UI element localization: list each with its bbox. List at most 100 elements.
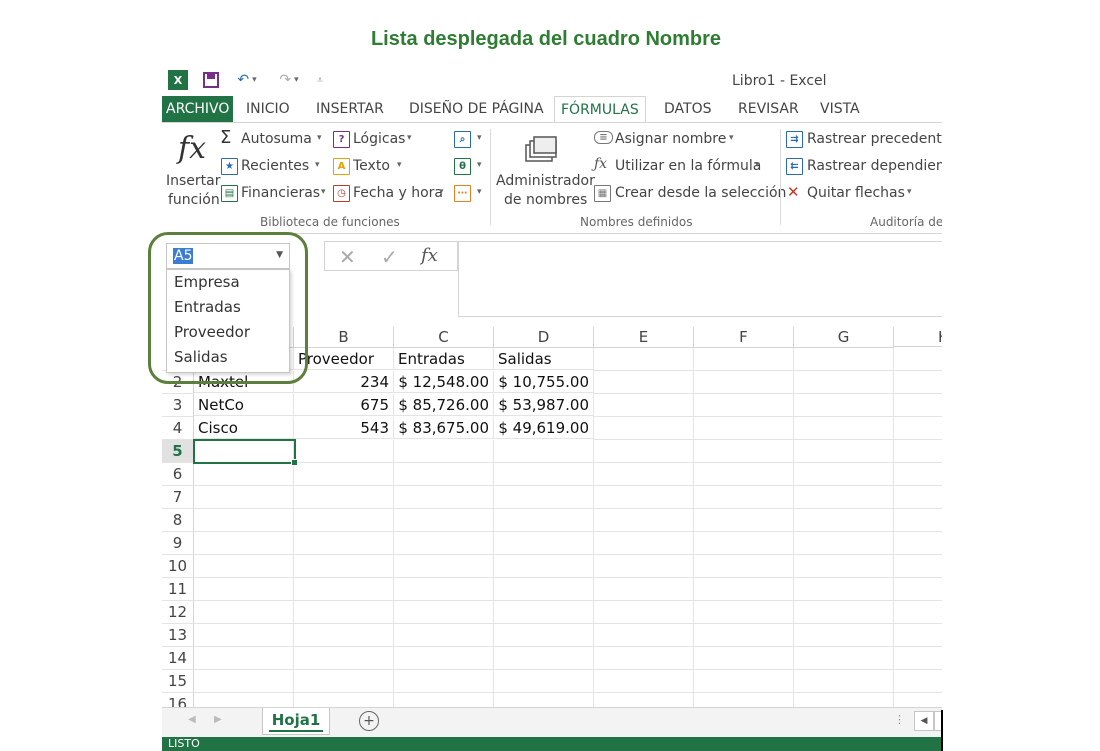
cell-c4[interactable]: $ 83,675.00 xyxy=(394,417,494,439)
name-box[interactable]: A5 ▼ xyxy=(166,243,290,269)
column-header-f[interactable]: F xyxy=(694,327,794,348)
sheet-tabs-bar: ◀ ▶ Hoja1 + ⋮ ◀ xyxy=(162,707,942,738)
name-list-item[interactable]: Salidas xyxy=(167,345,289,370)
window-title: Libro1 - Excel xyxy=(732,73,827,89)
cell-b1[interactable]: Proveedor xyxy=(294,348,394,370)
row-header[interactable]: 7 xyxy=(162,486,194,509)
tab-diseno-pagina[interactable]: DISEÑO DE PÁGINA xyxy=(403,96,550,122)
chevron-down-icon[interactable]: ▼ xyxy=(276,250,283,260)
active-cell-a5[interactable] xyxy=(193,439,298,466)
group-label-biblioteca: Biblioteca de funciones xyxy=(260,215,400,229)
row-header[interactable]: 13 xyxy=(162,624,194,647)
scroll-left-icon[interactable]: ◀ xyxy=(188,714,196,725)
add-sheet-icon[interactable]: + xyxy=(359,711,379,731)
enter-icon[interactable]: ✓ xyxy=(381,245,398,269)
row-header[interactable]: 6 xyxy=(162,463,194,486)
name-manager-button[interactable]: Administrador de nombres xyxy=(496,131,595,211)
scroll-right-icon[interactable]: ▶ xyxy=(214,714,222,725)
undo-icon[interactable]: ↶ ▾ xyxy=(232,70,262,90)
cell-d4[interactable]: $ 49,619.00 xyxy=(494,417,594,439)
edge-line xyxy=(941,710,943,751)
financieras-button[interactable]: ▤ Financieras ▾ xyxy=(220,183,328,205)
row-header[interactable]: 2 xyxy=(162,371,194,394)
cell-d2[interactable]: $ 10,755.00 xyxy=(494,371,594,393)
column-header-d[interactable]: D xyxy=(494,327,594,348)
fecha-hora-button[interactable]: ◷ Fecha y hora ▾ xyxy=(332,183,447,205)
logicas-button[interactable]: ? Lógicas ▾ xyxy=(332,129,442,151)
row-header[interactable]: 11 xyxy=(162,578,194,601)
row-header[interactable]: 15 xyxy=(162,670,194,693)
quick-access-toolbar: X ↶ ▾ ↷ ▾ ⩡ Libro1 - Excel xyxy=(162,64,942,96)
utilizar-formula-button[interactable]: ƒx Utilizar en la fórmula ▾ xyxy=(594,156,769,178)
formula-bar-buttons: ✕ ✓ fx xyxy=(324,241,458,271)
tab-formulas[interactable]: FÓRMULAS xyxy=(554,96,646,124)
cancel-icon[interactable]: ✕ xyxy=(339,245,356,269)
cell-c1[interactable]: Entradas xyxy=(394,348,494,370)
sheet-tab-hoja1[interactable]: Hoja1 xyxy=(262,708,330,735)
row-header[interactable]: 5 xyxy=(162,440,194,463)
row-header[interactable]: 14 xyxy=(162,647,194,670)
rastrear-precedentes-label: Rastrear precedentes xyxy=(807,131,942,147)
recientes-button[interactable]: ★ Recientes ▾ xyxy=(220,156,328,178)
tab-datos[interactable]: DATOS xyxy=(658,96,717,122)
rastrear-dependientes-label: Rastrear dependientes xyxy=(807,158,942,174)
cell-c3[interactable]: $ 85,726.00 xyxy=(394,394,494,416)
row-header[interactable]: 9 xyxy=(162,532,194,555)
column-header-e[interactable]: E xyxy=(594,327,694,348)
column-header-h[interactable]: H xyxy=(894,327,942,347)
tab-revisar[interactable]: REVISAR xyxy=(732,96,805,122)
autosuma-button[interactable]: Σ Autosuma ▾ xyxy=(220,127,328,151)
cell-b3[interactable]: 675 xyxy=(294,394,394,416)
name-box-dropdown: Empresa Entradas Proveedor Salidas xyxy=(166,269,290,373)
cell-a4[interactable]: Cisco xyxy=(194,417,294,439)
worksheet-grid[interactable]: B C D E F G H Proveedor Entradas Salidas… xyxy=(162,327,942,716)
redo-icon[interactable]: ↷ ▾ xyxy=(274,70,304,90)
name-list-item[interactable]: Proveedor xyxy=(167,320,289,345)
excel-logo-icon: X xyxy=(168,70,188,90)
name-list-item[interactable]: Empresa xyxy=(167,270,289,295)
more-options-icon[interactable]: ⋮ xyxy=(894,713,905,726)
cell-a2[interactable]: Maxtel xyxy=(194,371,294,393)
row-header[interactable]: 12 xyxy=(162,601,194,624)
formula-input[interactable] xyxy=(458,241,942,317)
name-list-item[interactable]: Entradas xyxy=(167,295,289,320)
hscroll-left-icon[interactable]: ◀ xyxy=(914,711,934,731)
name-manager-label-2: de nombres xyxy=(504,192,588,208)
cell-c2[interactable]: $ 12,548.00 xyxy=(394,371,494,393)
insert-function-label-2: función xyxy=(168,192,220,208)
name-manager-icon xyxy=(525,136,557,162)
cell-d1[interactable]: Salidas xyxy=(494,348,594,370)
customize-qat-icon[interactable]: ⩡ xyxy=(314,70,326,90)
crear-seleccion-button[interactable]: ▦ Crear desde la selección xyxy=(594,183,786,205)
cell-a3[interactable]: NetCo xyxy=(194,394,294,416)
column-header-c[interactable]: C xyxy=(394,327,494,348)
row-header[interactable]: 8 xyxy=(162,509,194,532)
tab-vista[interactable]: VISTA xyxy=(814,96,866,122)
row-header[interactable]: 3 xyxy=(162,394,194,417)
quitar-flechas-button[interactable]: ✕ Quitar flechas ▾ xyxy=(786,183,926,205)
math-trig-button[interactable]: θ ▾ xyxy=(454,158,484,178)
row-header[interactable]: 10 xyxy=(162,555,194,578)
tab-archivo[interactable]: ARCHIVO xyxy=(162,96,234,122)
cell-d3[interactable]: $ 53,987.00 xyxy=(494,394,594,416)
quitar-flechas-label: Quitar flechas xyxy=(807,185,905,201)
cell-b2[interactable]: 234 xyxy=(294,371,394,393)
tab-inicio[interactable]: INICIO xyxy=(240,96,296,122)
tab-insertar[interactable]: INSERTAR xyxy=(310,96,390,122)
cell-b4[interactable]: 543 xyxy=(294,417,394,439)
save-icon[interactable] xyxy=(202,70,220,90)
rastrear-precedentes-button[interactable]: ⇉ Rastrear precedentes xyxy=(786,129,942,151)
tag-icon: ≡ xyxy=(594,131,613,144)
column-header-b[interactable]: B xyxy=(294,327,394,348)
book-icon: ▤ xyxy=(221,185,238,202)
insert-function-icon[interactable]: fx xyxy=(421,245,438,266)
lookup-button[interactable]: ⌕ ▾ xyxy=(454,131,484,151)
texto-button[interactable]: A Texto ▾ xyxy=(332,156,442,178)
row-header[interactable]: 4 xyxy=(162,417,194,440)
more-functions-button[interactable]: ⋯ ▾ xyxy=(454,185,484,205)
asignar-nombre-button[interactable]: ≡ Asignar nombre ▾ xyxy=(594,129,744,151)
rastrear-dependientes-button[interactable]: ⇇ Rastrear dependientes xyxy=(786,156,942,178)
column-header-g[interactable]: G xyxy=(794,327,894,348)
remove-arrows-icon: ✕ xyxy=(787,183,800,201)
insert-function-button[interactable]: fx Insertar función xyxy=(164,131,221,211)
